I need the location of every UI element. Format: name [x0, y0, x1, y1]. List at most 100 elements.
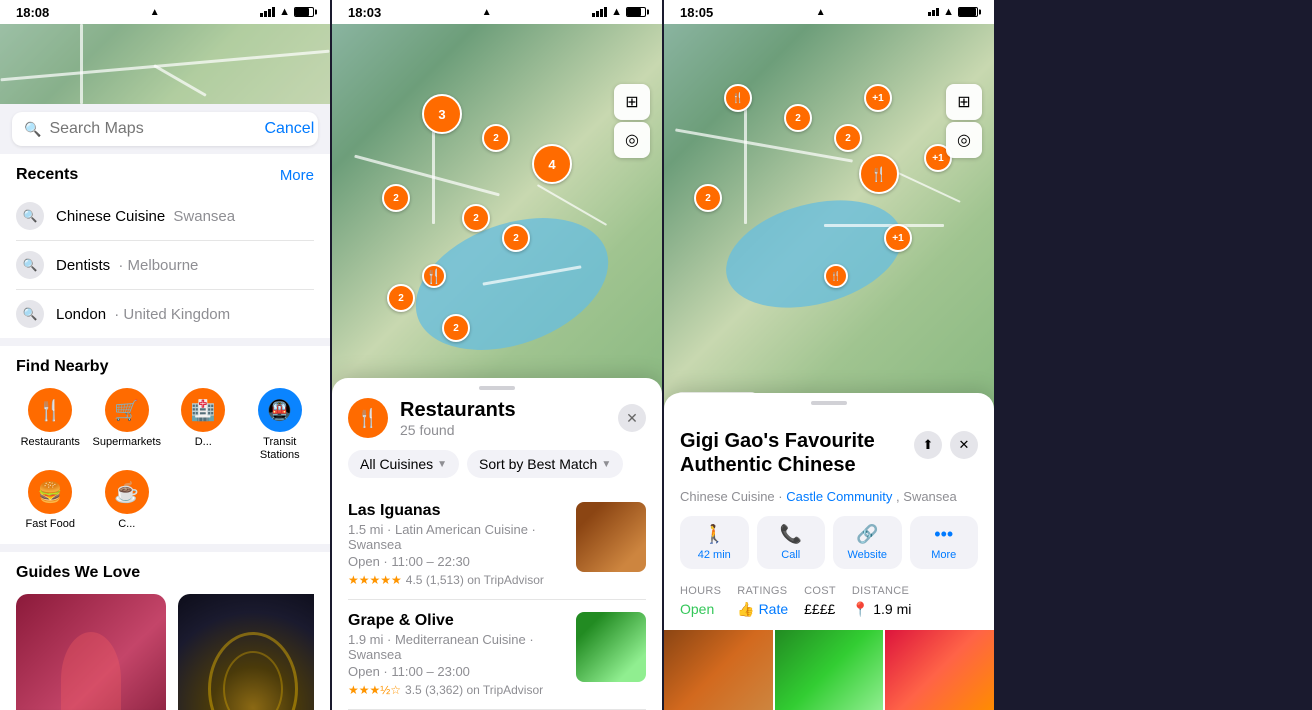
close-sheet-button[interactable]: ✕: [618, 404, 646, 432]
restaurant-info-1: Las Iguanas 1.5 mi · Latin American Cuis…: [348, 502, 564, 587]
find-nearby-title: Find Nearby: [16, 358, 314, 376]
share-button[interactable]: ⬆: [914, 431, 942, 459]
marker-7[interactable]: 2: [442, 314, 470, 342]
marker-5[interactable]: 2: [502, 224, 530, 252]
sheet-restaurant-icon: 🍴: [348, 398, 388, 438]
map-marker-3-8[interactable]: 🍴: [824, 264, 848, 288]
sheet-title: Restaurants: [400, 399, 516, 422]
nearby-cafes[interactable]: ☕ C...: [93, 470, 162, 531]
nearby-transit[interactable]: 🚇 Transit Stations: [246, 388, 315, 462]
community-link[interactable]: Castle Community: [786, 489, 892, 504]
close-detail-button[interactable]: ✕: [950, 431, 978, 459]
map-preview: [0, 24, 330, 104]
restaurant-thumbnail-2: [576, 612, 646, 682]
distance-label: DISTANCE: [852, 585, 911, 597]
map-view-3[interactable]: 🍴 2 2 +1 +1 🍴 2 +1 🍴 ⊞ ◎ ☁ 20° AQI 2: [664, 24, 994, 424]
photo-1[interactable]: [664, 630, 773, 710]
guide-image-2: [178, 594, 314, 710]
ratings-info: RATINGS 👍 Rate: [737, 585, 788, 618]
website-button[interactable]: 🔗 Website: [833, 516, 902, 569]
restaurant-list: Las Iguanas 1.5 mi · Latin American Cuis…: [332, 490, 662, 710]
marker-cluster-2[interactable]: 4: [532, 144, 572, 184]
recent-search-icon-3: 🔍: [16, 300, 44, 328]
photo-3[interactable]: [885, 630, 994, 710]
status-time-1: 18:08: [16, 5, 49, 20]
search-input[interactable]: [49, 120, 256, 138]
map-marker-selected[interactable]: 🍴: [859, 154, 899, 194]
restaurant-item-1[interactable]: Las Iguanas 1.5 mi · Latin American Cuis…: [348, 490, 646, 600]
battery-3: [958, 7, 978, 17]
ratings-value[interactable]: 👍 Rate: [737, 601, 788, 618]
transit-label: Transit Stations: [246, 436, 315, 462]
search-icon: 🔍: [24, 121, 41, 138]
cancel-button[interactable]: Cancel: [264, 120, 314, 138]
doctors-label: D...: [195, 436, 212, 449]
restaurant-name-2: Grape & Olive: [348, 612, 564, 630]
map-view-2[interactable]: 3 2 4 2 2 2 🍴 2 2 ⊞ ◎ ☁ 20° AQI 2: [332, 24, 662, 424]
directions-button[interactable]: 🚶 42 min: [680, 516, 749, 569]
recent-item-3[interactable]: 🔍 London · United Kingdom: [16, 290, 314, 338]
detail-action-buttons: ⬆ ✕: [914, 431, 978, 459]
directions-label: 42 min: [698, 549, 731, 561]
recent-item-2[interactable]: 🔍 Dentists · Melbourne: [16, 241, 314, 290]
map-marker-3-6[interactable]: 2: [694, 184, 722, 212]
guide-card-1[interactable]: M Maps Hyperlocal Sharon Horgan's Dublin…: [16, 594, 166, 710]
road-1: [354, 155, 500, 197]
supermarkets-label: Supermarkets: [93, 436, 161, 449]
distance-value: 📍 1.9 mi: [852, 601, 911, 618]
distance-info: DISTANCE 📍 1.9 mi: [852, 585, 911, 618]
phone-search-screen: 18:08 ▲ ▲ 🔍 Cancel Recents More: [0, 0, 330, 710]
nearby-grid: 🍴 Restaurants 🛒 Supermarkets 🏥 D... 🚇 Tr…: [16, 388, 314, 532]
status-icons-1: ▲: [260, 6, 314, 18]
restaurants-icon: 🍴: [28, 388, 72, 432]
thumbs-up-icon: 👍: [737, 601, 754, 617]
map-type-button[interactable]: ⊞: [614, 84, 650, 120]
battery-1: [294, 7, 314, 17]
more-actions-button[interactable]: ••• More: [910, 516, 979, 569]
rating-value-1: 4.5 (1,513) on TripAdvisor: [406, 573, 544, 587]
map-marker-3-4[interactable]: +1: [864, 84, 892, 112]
marker-fork[interactable]: 🍴: [422, 264, 446, 288]
signal-bars-2: [592, 7, 607, 17]
nearby-fastfood[interactable]: 🍔 Fast Food: [16, 470, 85, 531]
recent-item-1[interactable]: 🔍 Chinese Cuisine Swansea: [16, 192, 314, 241]
nearby-restaurants[interactable]: 🍴 Restaurants: [16, 388, 85, 462]
sheet-count: 25 found: [400, 422, 516, 438]
phone-detail-screen: 18:05 ▲ ▲ 🍴 2 2 +1 +1 🍴 2 +1 🍴: [664, 0, 994, 710]
transit-icon: 🚇: [258, 388, 302, 432]
call-button[interactable]: 📞 Call: [757, 516, 826, 569]
marker-cluster-1[interactable]: 3: [422, 94, 462, 134]
stars-icon-1: ★★★★★: [348, 573, 402, 587]
guide-card-2[interactable]: 📍 Atlas Obscura The World's Most Spectac…: [178, 594, 314, 710]
nearby-supermarkets[interactable]: 🛒 Supermarkets: [93, 388, 162, 462]
map-marker-3-1[interactable]: 🍴: [724, 84, 752, 112]
marker-4[interactable]: 2: [462, 204, 490, 232]
marker-3[interactable]: 2: [382, 184, 410, 212]
map-marker-3-3[interactable]: 2: [834, 124, 862, 152]
road-3-3: [824, 224, 944, 227]
sheet-handle[interactable]: [479, 386, 515, 390]
nearby-doctors[interactable]: 🏥 D...: [169, 388, 238, 462]
map-type-button-3[interactable]: ⊞: [946, 84, 982, 120]
restaurant-item-2[interactable]: Grape & Olive 1.9 mi · Mediterranean Cui…: [348, 600, 646, 710]
map-controls-3: ⊞ ◎: [946, 84, 982, 158]
more-label: More: [931, 549, 956, 561]
detail-sheet-handle[interactable]: [811, 401, 847, 405]
location-button-3[interactable]: ◎: [946, 122, 982, 158]
location-button[interactable]: ◎: [614, 122, 650, 158]
sort-filter[interactable]: Sort by Best Match ▼: [467, 450, 623, 478]
fastfood-label: Fast Food: [25, 518, 75, 531]
status-bar-1: 18:08 ▲ ▲: [0, 0, 330, 24]
search-bar[interactable]: 🔍 Cancel: [12, 112, 318, 146]
photo-2[interactable]: [775, 630, 884, 710]
phone-map-screen: 18:03 ▲ ▲ 3 2 4 2 2 2 🍴 2 2: [332, 0, 662, 710]
cuisine-filter[interactable]: All Cuisines ▼: [348, 450, 459, 478]
map-marker-3-7[interactable]: +1: [884, 224, 912, 252]
marker-2[interactable]: 2: [482, 124, 510, 152]
restaurant-hours-1: Open · 11:00 – 22:30: [348, 554, 564, 569]
recents-more-button[interactable]: More: [280, 167, 314, 184]
marker-6[interactable]: 2: [387, 284, 415, 312]
restaurant-meta-2: 1.9 mi · Mediterranean Cuisine · Swansea: [348, 632, 564, 662]
location-arrow-1: ▲: [150, 7, 160, 18]
map-marker-3-2[interactable]: 2: [784, 104, 812, 132]
